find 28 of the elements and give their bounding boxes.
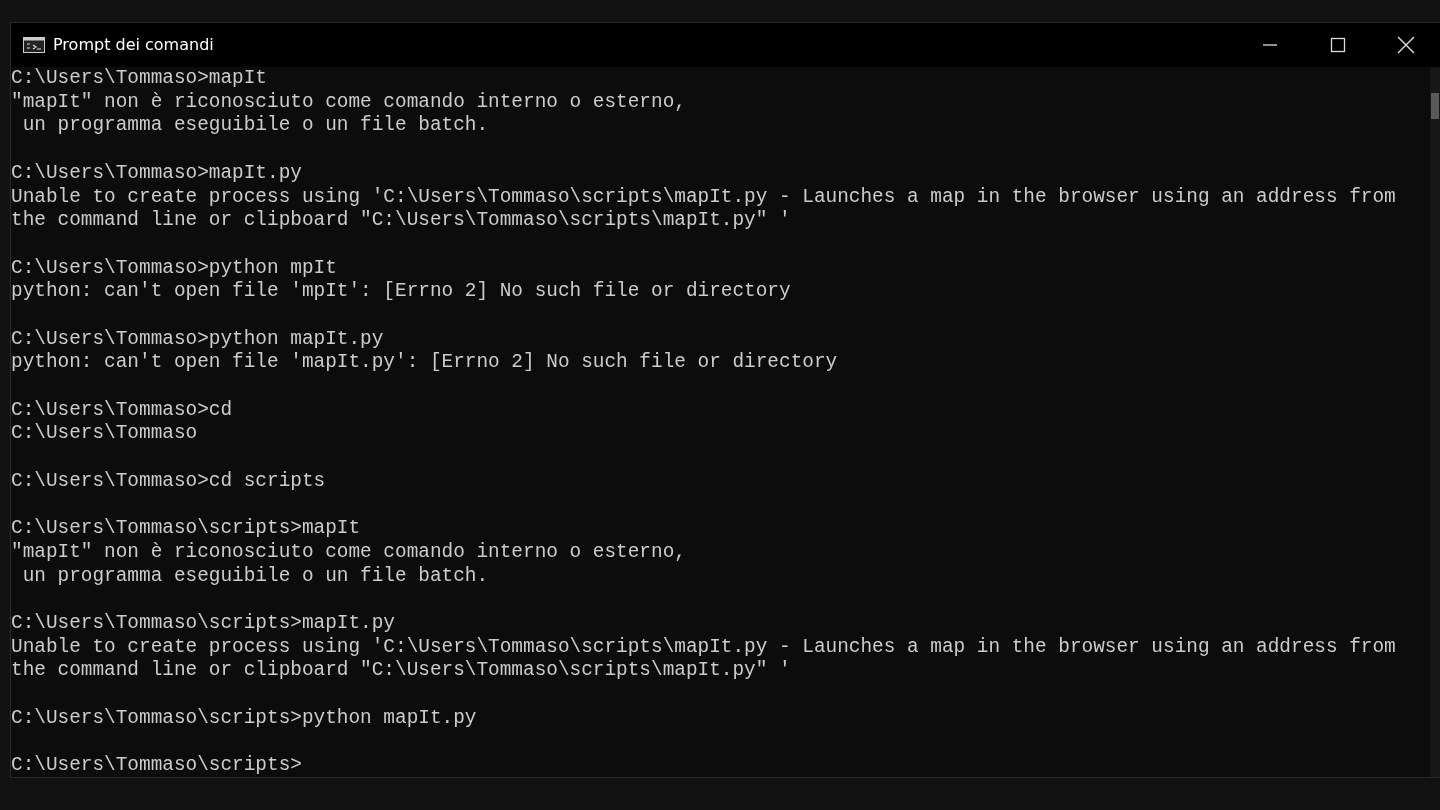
- console-line: C:\Users\Tommaso>mapIt: [11, 67, 268, 91]
- console-line: C:\Users\Tommaso>cd: [11, 398, 234, 423]
- close-icon: [1397, 36, 1415, 54]
- scrollbar[interactable]: [1430, 67, 1440, 777]
- console-line: the command line or clipboard "C:\Users\Tommaso\scripts\mapIt.py" ': [11, 209, 792, 233]
- console-icon: [23, 37, 45, 53]
- console-line: Unable to create process using 'C:\Users\Tommaso\scripts\mapIt.py - Launches a map in the browser using an address from: [11, 635, 1397, 660]
- window-title: Prompt dei comandi: [53, 34, 214, 56]
- console-line: C:\Users\Tommaso\scripts>: [11, 754, 303, 778]
- console-line: C:\Users\Tommaso>python mpIt: [11, 256, 338, 281]
- maximize-icon: [1330, 37, 1346, 53]
- console-line: C:\Users\Tommaso>python mapIt.py: [11, 327, 385, 352]
- console-line: C:\Users\Tommaso>mapIt.py: [11, 161, 303, 186]
- console-line: un programma eseguibile o un file batch.: [21, 114, 490, 139]
- console-line: Unable to create process using 'C:\Users\Tommaso\scripts\mapIt.py - Launches a map in the browser using an address from: [11, 185, 1397, 210]
- console-line: "mapIt" non è riconosciuto come comando interno o esterno,: [11, 540, 687, 565]
- console-line: C:\Users\Tommaso: [11, 422, 199, 447]
- console-line: C:\Users\Tommaso\scripts>mapIt: [11, 517, 362, 541]
- console-line: the command line or clipboard "C:\Users\Tommaso\scripts\mapIt.py" ': [11, 659, 792, 684]
- console-line: python: can't open file 'mapIt.py': [Errno 2] No such file or directory: [11, 351, 839, 376]
- scrollbar-thumb[interactable]: [1431, 93, 1439, 119]
- console-line: un programma eseguibile o un file batch.: [21, 564, 490, 589]
- console-line: python: can't open file 'mpIt': [Errno 2] No such file or directory: [11, 280, 792, 304]
- console-line: C:\Users\Tommaso\scripts>python mapIt.py: [11, 706, 478, 731]
- minimize-icon: [1262, 44, 1278, 46]
- console-line: "mapIt" non è riconosciuto come comando interno o esterno,: [11, 90, 687, 115]
- console-line: C:\Users\Tommaso>cd scripts: [11, 469, 327, 494]
- console-line: C:\Users\Tommaso\scripts>mapIt.py: [11, 612, 396, 636]
